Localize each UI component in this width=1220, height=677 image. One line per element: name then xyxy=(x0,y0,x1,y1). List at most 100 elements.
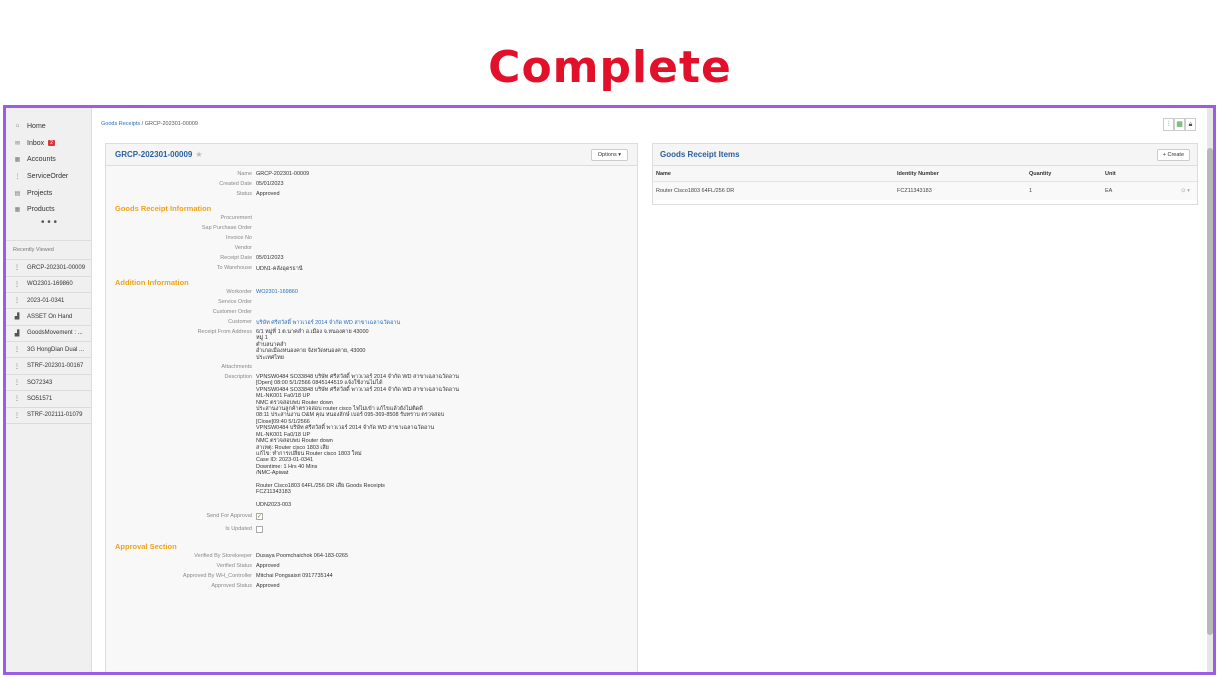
document-icon: ⋮ xyxy=(14,412,20,419)
sidebar-item-projects[interactable]: ▤ Projects xyxy=(6,185,91,202)
items-panel-header: Goods Receipt Items + Create xyxy=(653,144,1197,166)
document-icon: ⋮ xyxy=(14,380,20,387)
field-workorder-label: Workorder xyxy=(226,289,252,295)
recent-item-label: GoodsMovement : ... xyxy=(27,330,83,337)
table-row[interactable]: Router Cisco1803 64FL/256 DR FCZ11343183… xyxy=(653,182,1197,200)
field-receipt-from-address-value: 6/1 หมู่ที่ 1 ต.นาคลำ อ.เมือง จ.หนองคาย … xyxy=(256,329,369,361)
breadcrumb-parent-link[interactable]: Goods Receipts xyxy=(101,121,140,127)
field-procurement-label: Procurement xyxy=(220,215,253,221)
field-attachments-label: Attachments xyxy=(221,364,252,371)
sidebar-item-products[interactable]: ▦ Products xyxy=(6,201,91,218)
recent-item[interactable]: ⋮ SO51571 xyxy=(6,391,91,408)
field-invoice-no-row: Invoice No xyxy=(106,235,637,245)
recent-item[interactable]: ⋮ 2023-01-0341 xyxy=(6,293,91,310)
field-receipt-date-label: Receipt Date xyxy=(220,255,252,261)
sidebar-item-label: Home xyxy=(27,122,46,130)
record-detail-panel: GRCP-202301-00009 ★ Options ▾ Name GRCP-2… xyxy=(105,143,638,672)
items-table-header: Name Identity Number Quantity Unit xyxy=(653,166,1197,182)
item-quantity-cell: 1 xyxy=(1029,188,1033,194)
more-menu-button[interactable]: • • • xyxy=(6,218,91,232)
field-verified-by-storekeeper-label: Verified By Storekeeper xyxy=(194,552,252,559)
description-line: VPNSW0484 บริษัท ศรีสวัสดิ์ พาวเวอร์ 201… xyxy=(256,425,435,432)
document-icon: ⋮ xyxy=(14,265,20,272)
recent-item[interactable]: ⋮ GRCP-202301-00009 xyxy=(6,260,91,277)
field-send-for-approval-row: Send For Approval ✓ xyxy=(106,512,637,526)
row-action-icon[interactable]: ⊙ ▾ xyxy=(1181,188,1190,194)
recent-item[interactable]: ⋮ WO2301-169860 xyxy=(6,277,91,293)
field-customer-label: Customer xyxy=(228,319,252,325)
field-created-date-row: Created Date 05/01/2023 xyxy=(106,181,637,191)
sidebar-item-label: Inbox xyxy=(27,139,45,147)
column-header-name[interactable]: Name xyxy=(656,171,671,177)
recent-item-label: SO72343 xyxy=(27,379,53,386)
send-for-approval-checkbox[interactable]: ✓ xyxy=(256,512,263,520)
field-name-row: Name GRCP-202301-00009 xyxy=(106,171,637,181)
document-icon: ⋮ xyxy=(14,298,20,305)
items-panel-title: Goods Receipt Items xyxy=(660,150,740,159)
field-workorder-value[interactable]: WO2301-169860 xyxy=(256,289,298,295)
document-icon: ⋮ xyxy=(14,173,21,180)
star-icon[interactable]: ★ xyxy=(195,150,202,159)
document-icon: ⋮ xyxy=(14,347,20,354)
field-service-order-row: Service Order xyxy=(106,299,637,309)
sidebar-item-home[interactable]: ⌂ Home xyxy=(6,118,91,135)
filter-icon[interactable]: ⫶ xyxy=(1163,118,1174,131)
column-header-unit[interactable]: Unit xyxy=(1105,171,1116,177)
sidebar-item-inbox[interactable]: ✉ Inbox 2 xyxy=(6,135,91,152)
recent-item-label: 2023-01-0341 xyxy=(27,297,65,304)
grid-view-icon[interactable]: ▦ xyxy=(1174,118,1185,131)
recent-item[interactable]: ⋮ STRF-202111-01079 xyxy=(6,408,91,425)
field-status-label: Status xyxy=(236,191,252,197)
field-approved-status-label: Approved Status xyxy=(211,582,252,589)
sidebar-item-serviceorder[interactable]: ⋮ ServiceOrder xyxy=(6,168,91,185)
recent-item[interactable]: ⋮ SO72343 xyxy=(6,375,91,392)
description-line: UDN2023-003 xyxy=(256,502,292,509)
is-updated-checkbox[interactable] xyxy=(256,525,263,533)
field-approved-status-row: Approved Status Approved xyxy=(106,583,637,593)
field-workorder-row: Workorder WO2301-169860 xyxy=(106,289,637,299)
recent-item-label: SO51571 xyxy=(27,395,53,402)
recent-item[interactable]: ▟ ASSET On Hand xyxy=(6,309,91,326)
field-status-row: Status Approved xyxy=(106,191,637,201)
column-header-identity-number[interactable]: Identity Number xyxy=(897,171,939,177)
recent-item-label: GRCP-202301-00009 xyxy=(27,264,86,271)
home-icon: ⌂ xyxy=(15,123,20,130)
field-service-order-label: Service Order xyxy=(218,299,252,305)
page-scrollbar[interactable] xyxy=(1207,108,1213,672)
options-button[interactable]: Options ▾ xyxy=(590,148,628,161)
record-detail-header: GRCP-202301-00009 ★ Options ▾ xyxy=(106,144,637,166)
field-name-label: Name xyxy=(237,171,252,177)
field-customer-order-row: Customer Order xyxy=(106,309,637,319)
field-description-label: Description xyxy=(224,374,252,381)
field-to-warehouse-label: To Warehouse xyxy=(216,265,252,271)
field-customer-order-label: Customer Order xyxy=(212,309,252,315)
sidebar-item-label: Projects xyxy=(27,189,53,197)
field-approved-by-wh-controller-label: Approved By WH_Controller xyxy=(182,572,252,579)
sidebar-item-accounts[interactable]: ▦ Accounts xyxy=(6,151,91,168)
scrollbar-thumb[interactable] xyxy=(1207,148,1213,635)
recent-item-label: STRF-202301-00167 xyxy=(27,363,84,370)
field-procurement-row: Procurement xyxy=(106,215,637,225)
recent-item[interactable]: ⋮ 3G HongDian Dual ... xyxy=(6,342,91,359)
document-icon: ⋮ xyxy=(14,281,20,288)
field-verified-status-row: Verified Status Approved xyxy=(106,563,637,573)
create-button[interactable]: + Create xyxy=(1156,148,1190,161)
field-customer-value[interactable]: บริษัท ศรีสวัสดิ์ พาวเวอร์ 2014 จำกัด WD… xyxy=(256,319,400,327)
lock-icon[interactable]: 🔒︎ xyxy=(1185,118,1196,131)
recent-item-label: ASSET On Hand xyxy=(27,313,73,320)
field-receipt-from-address-label: Receipt From Address xyxy=(197,329,252,335)
field-description-row: Description VPNSW0484 SO33848 บริษัท ศรีส… xyxy=(106,374,637,509)
record-detail-body: Name GRCP-202301-00009 Created Date 05/01/2… xyxy=(106,166,637,593)
field-created-date-value: 05/01/2023 xyxy=(256,181,284,187)
field-vendor-label: Vendor xyxy=(234,245,252,251)
field-approved-status-value: Approved xyxy=(256,582,280,589)
address-line: 6/1 หมู่ที่ 1 ต.นาคลำ อ.เมือง จ.หนองคาย … xyxy=(256,329,369,335)
sidebar-item-label: ServiceOrder xyxy=(27,172,69,180)
column-header-quantity[interactable]: Quantity xyxy=(1029,171,1051,177)
recent-item[interactable]: ⋮ STRF-202301-00167 xyxy=(6,358,91,375)
app-frame: ⌂ Home ✉ Inbox 2 ▦ Accounts ⋮ ServiceOrd… xyxy=(3,105,1216,675)
grid-icon: ▤ xyxy=(14,190,21,197)
view-toolbar: ⫶ ▦ 🔒︎ xyxy=(1163,118,1196,131)
recent-item[interactable]: ▟ GoodsMovement : ... xyxy=(6,326,91,343)
item-name-cell[interactable]: Router Cisco1803 64FL/256 DR xyxy=(656,188,734,194)
